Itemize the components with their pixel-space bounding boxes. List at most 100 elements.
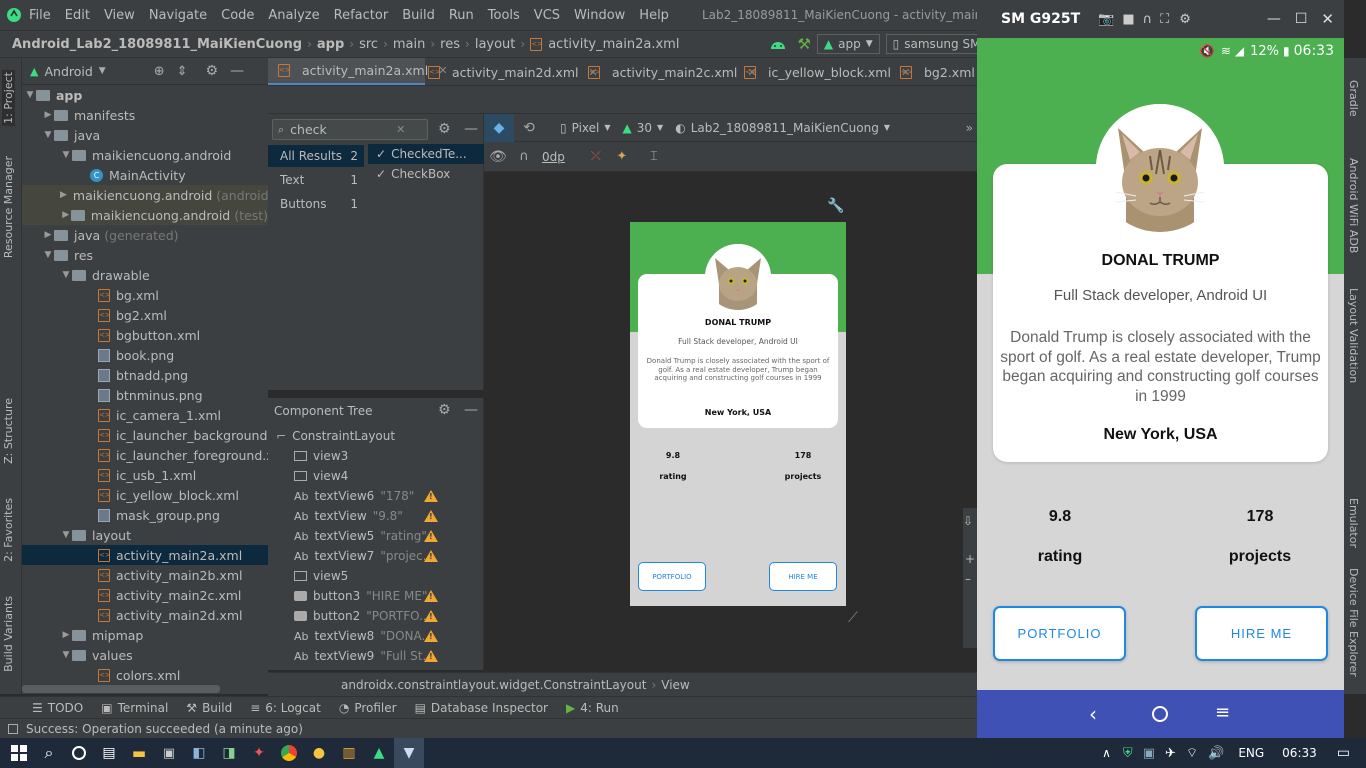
collapse-all-icon[interactable]: ⇕ (177, 64, 188, 79)
expand-icon[interactable]: ▶ (42, 110, 54, 120)
cortana-icon[interactable] (64, 738, 94, 768)
menu-view[interactable]: View (97, 8, 142, 23)
breadcrumb-constraint-layout[interactable]: androidx.constraintlayout.widget.Constra… (341, 678, 646, 692)
tree-node[interactable]: Ab textView6 "178" (268, 486, 483, 506)
clear-constraints-icon[interactable]: ⤫ (583, 149, 609, 164)
wrench-icon[interactable]: 🔧 (827, 198, 844, 214)
tree-item-file[interactable]: <> ic_launcher_background.xml (22, 425, 268, 445)
tray-expand-icon[interactable]: ∧ (1102, 746, 1111, 760)
menu-run[interactable]: Run (442, 8, 481, 23)
run-button[interactable]: ▶ 4: Run (566, 701, 619, 715)
expand-icon[interactable]: ▼ (60, 270, 72, 280)
task-view-icon[interactable]: ▤ (94, 738, 124, 768)
expand-icon[interactable]: ▶ (60, 190, 67, 200)
home-icon[interactable] (1152, 706, 1168, 722)
android-studio-taskbar-icon[interactable]: ▲ (364, 738, 394, 768)
palette-search[interactable]: ⌕ ✕ (272, 119, 428, 140)
tab-build-variants[interactable]: Build Variants (2, 596, 15, 672)
app-icon[interactable]: ✦ (244, 738, 274, 768)
wifi-icon[interactable]: ⌔ (1186, 745, 1198, 761)
tree-item-package-android-test[interactable]: ▶ maikiencuong.android(androidT (22, 185, 268, 205)
minimize-icon[interactable]: — (464, 402, 478, 418)
breadcrumb-project[interactable]: Android_Lab2_18089811_MaiKienCuong (0, 37, 302, 52)
warning-icon[interactable] (424, 650, 438, 662)
menu-code[interactable]: Code (214, 8, 261, 23)
tree-item-file[interactable]: <> activity_main2b.xml (22, 565, 268, 585)
app-icon[interactable]: ▥ (334, 738, 364, 768)
menu-icon[interactable]: ≡ (1215, 702, 1230, 723)
menu-vcs[interactable]: VCS (527, 8, 567, 23)
terminal-button[interactable]: ▣ Terminal (101, 701, 168, 715)
tab-bg2[interactable]: <> bg2.xml (900, 58, 977, 85)
resize-handle-icon[interactable]: ⟋ (848, 610, 858, 626)
warning-icon[interactable] (424, 630, 438, 642)
orientation-icon[interactable]: ⟲ (514, 120, 544, 136)
back-icon[interactable]: ‹ (1089, 702, 1097, 726)
search-icon[interactable]: ⌕ (34, 738, 64, 768)
warning-icon[interactable] (424, 550, 438, 562)
language-indicator[interactable]: ENG (1238, 746, 1264, 760)
close-icon[interactable]: ✕ (1321, 10, 1334, 28)
target-icon[interactable]: ⊕ (154, 64, 165, 79)
tab-favorites[interactable]: 2: Favorites (2, 498, 15, 562)
zoom-minus-icon[interactable]: – (965, 572, 971, 586)
todo-button[interactable]: ☰ TODO (32, 701, 83, 715)
tree-item-file[interactable]: <> ic_usb_1.xml (22, 465, 268, 485)
tab-activity-main2a[interactable]: <> activity_main2a.xml ✕ (268, 58, 447, 85)
tree-item-file[interactable]: <> activity_main2c.xml (22, 585, 268, 605)
tab-gradle[interactable]: Gradle (1347, 80, 1360, 117)
tab-wifi-adb[interactable]: Android WiFi ADB (1347, 158, 1360, 253)
tree-item-mainactivity[interactable]: C MainActivity (22, 165, 268, 185)
tree-item-file[interactable]: <> ic_camera_1.xml (22, 405, 268, 425)
cmd-icon[interactable]: ▣ (154, 738, 184, 768)
guidelines-icon[interactable]: ⌶ (641, 149, 667, 164)
minimize-icon[interactable]: — (230, 63, 244, 79)
tree-item-values[interactable]: ▼ values (22, 645, 268, 665)
app-icon[interactable]: ◨ (214, 738, 244, 768)
category-text[interactable]: Text 1 (268, 169, 364, 191)
tree-item-res[interactable]: ▼ res (22, 245, 268, 265)
tree-node[interactable]: Ab textView5 "rating" (268, 526, 483, 546)
preview-hire-button[interactable]: HIRE ME (769, 562, 837, 591)
eye-icon[interactable]: 👁 (484, 149, 512, 165)
breadcrumb-src[interactable]: src (359, 37, 378, 52)
app-tray-icon[interactable]: ▣ (1143, 746, 1155, 761)
magnet-icon[interactable]: ∩ (512, 149, 536, 164)
layout-preview[interactable]: DONAL TRUMP Full Stack developer, Androi… (630, 222, 846, 606)
shield-icon[interactable]: ⛨ (1123, 746, 1133, 761)
tree-item-file-selected[interactable]: <> activity_main2a.xml (22, 545, 268, 565)
warning-icon[interactable] (424, 510, 438, 522)
portfolio-button[interactable]: PORTFOLIO (993, 606, 1126, 661)
tree-node-constraint-layout[interactable]: ⌐ ConstraintLayout (268, 426, 483, 446)
tree-item-package[interactable]: ▼ maikiencuong.android (22, 145, 268, 165)
logcat-button[interactable]: ≡ 6: Logcat (250, 701, 321, 715)
tree-item-package-test[interactable]: ▶ maikiencuong.android (test) (22, 205, 268, 225)
expand-icon[interactable]: ▼ (60, 530, 72, 540)
tree-item-file[interactable]: <> bgbutton.xml (22, 325, 268, 345)
menu-build[interactable]: Build (395, 8, 442, 23)
tree-item-file[interactable]: <> bg2.xml (22, 305, 268, 325)
camera-icon[interactable]: 📷 (1098, 12, 1114, 27)
breadcrumb-file[interactable]: activity_main2a.xml (548, 37, 679, 52)
profiler-button[interactable]: ◔ Profiler (339, 701, 397, 715)
tree-item-file[interactable]: <> bg.xml (22, 285, 268, 305)
taskbar-clock[interactable]: 06:33 (1282, 746, 1317, 760)
menu-tools[interactable]: Tools (481, 8, 527, 23)
tree-item-file[interactable]: <>ic_launcher_foreground.xml( (22, 445, 268, 465)
more-icon[interactable]: » (966, 121, 973, 135)
device-select[interactable]: ▯ samsung SM-G925T ▼ (885, 34, 977, 54)
expand-icon[interactable]: ▼ (24, 90, 36, 100)
tab-project[interactable]: 1: Project (2, 70, 15, 126)
expand-icon[interactable]: ▶ (60, 630, 72, 640)
tab-activity-main2c[interactable]: <> activity_main2c.xml ✕ (588, 58, 757, 85)
tree-item-java[interactable]: ▼ java (22, 125, 268, 145)
expand-icon[interactable]: ▼ (42, 130, 54, 140)
expand-icon[interactable]: ▼ (60, 150, 72, 160)
menu-edit[interactable]: Edit (58, 8, 97, 23)
breadcrumb-app[interactable]: app (317, 37, 344, 52)
breadcrumb-layout[interactable]: layout (475, 37, 516, 52)
tree-node[interactable]: Ab textView "9.8" (268, 506, 483, 526)
gear-icon[interactable]: ⚙ (438, 402, 451, 418)
menu-window[interactable]: Window (567, 8, 632, 23)
menu-analyze[interactable]: Analyze (261, 8, 326, 23)
